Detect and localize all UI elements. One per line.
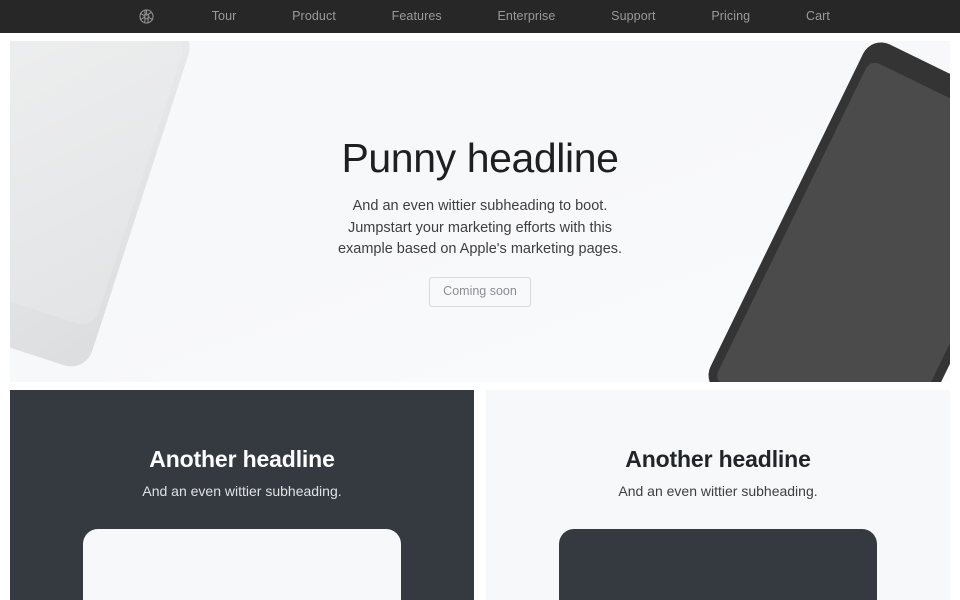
feature-panel-left[interactable]: Another headline And an even wittier sub…	[10, 390, 474, 600]
hero-title: Punny headline	[341, 135, 619, 181]
nav-link-cart[interactable]: Cart	[806, 0, 830, 33]
panel-right-subtitle: And an even wittier subheading.	[618, 483, 818, 499]
top-navigation-bar: Tour Product Features Enterprise Support…	[0, 0, 960, 33]
brand-logo[interactable]	[136, 7, 156, 27]
panel-right-title: Another headline	[625, 446, 811, 472]
nav-link-support[interactable]: Support	[611, 0, 655, 33]
panel-left-subtitle: And an even wittier subheading.	[142, 483, 342, 499]
feature-panels: Another headline And an even wittier sub…	[10, 390, 950, 600]
panel-left-device-screen	[83, 529, 401, 600]
coming-soon-button[interactable]: Coming soon	[429, 277, 531, 308]
nav-link-enterprise[interactable]: Enterprise	[497, 0, 555, 33]
panel-right-device-screen	[559, 529, 877, 600]
nav-link-product[interactable]: Product	[292, 0, 336, 33]
nav-link-features[interactable]: Features	[392, 0, 442, 33]
aperture-icon	[138, 8, 155, 25]
hero-section: Punny headline And an even wittier subhe…	[10, 41, 950, 382]
feature-panel-right[interactable]: Another headline And an even wittier sub…	[486, 390, 950, 600]
nav-link-tour[interactable]: Tour	[212, 0, 237, 33]
hero-copy: Punny headline And an even wittier subhe…	[10, 135, 950, 308]
nav-items-container: Tour Product Features Enterprise Support…	[130, 0, 830, 33]
nav-link-pricing[interactable]: Pricing	[711, 0, 750, 33]
panel-left-title: Another headline	[149, 446, 335, 472]
hero-subtitle: And an even wittier subheading to boot. …	[337, 197, 623, 258]
